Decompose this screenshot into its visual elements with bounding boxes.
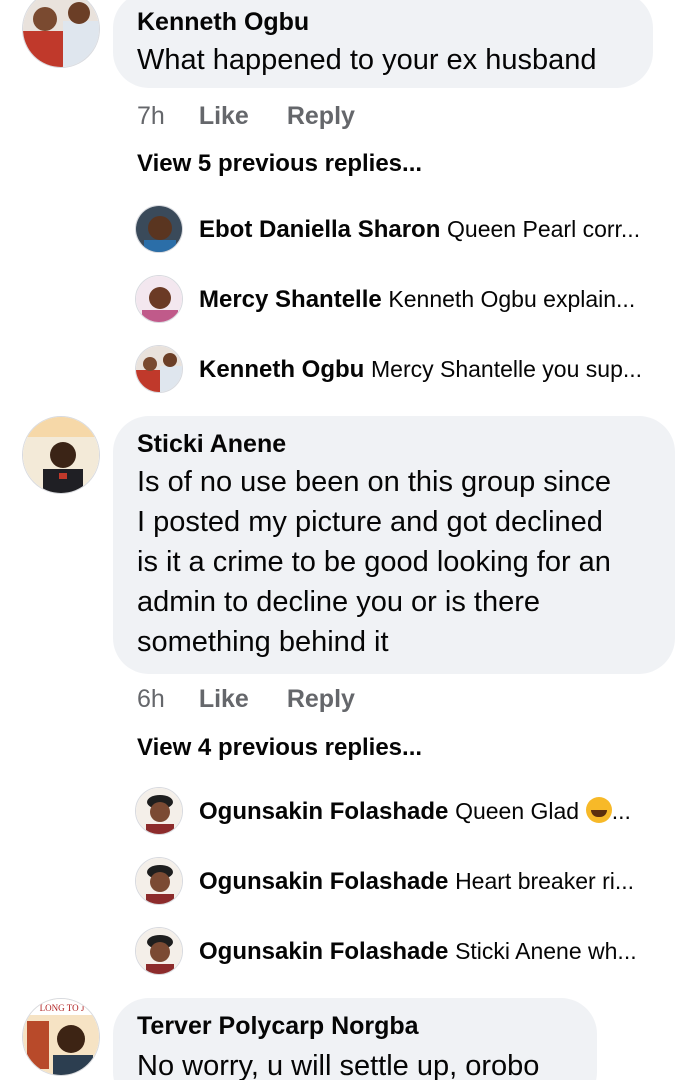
reply-content: Ogunsakin Folashade Sticki Anene wh... xyxy=(199,934,669,969)
reply-item[interactable]: Ogunsakin Folashade Sticki Anene wh... xyxy=(0,926,698,976)
comment-text-line: Is of no use been on this group since xyxy=(137,466,611,498)
reply-text: Queen Glad xyxy=(455,798,580,824)
view-previous-replies-link[interactable]: View 5 previous replies... xyxy=(137,150,422,178)
view-previous-replies-link[interactable]: View 4 previous replies... xyxy=(137,734,422,762)
avatar[interactable] xyxy=(135,205,183,253)
comment-text-line: is it a crime to be good looking for an xyxy=(137,546,611,578)
comment-actions: 7h Like Reply xyxy=(137,102,355,131)
comment-actions: 6h Like Reply xyxy=(137,685,355,714)
comment-author[interactable]: Kenneth Ogbu xyxy=(137,6,627,38)
reply-author[interactable]: Ogunsakin Folashade xyxy=(199,938,448,965)
reply-author[interactable]: Kenneth Ogbu xyxy=(199,356,364,383)
reply-item[interactable]: Mercy Shantelle Kenneth Ogbu explain... xyxy=(0,274,698,324)
comment-text: Is of no use been on this group since I … xyxy=(137,462,649,662)
timestamp[interactable]: 6h xyxy=(137,685,165,714)
reply-content: Kenneth Ogbu Mercy Shantelle you sup... xyxy=(199,352,669,387)
reply-button[interactable]: Reply xyxy=(287,102,355,131)
reply-item[interactable]: Ogunsakin Folashade Heart breaker ri... xyxy=(0,856,698,906)
reply-text: Mercy Shantelle you sup... xyxy=(371,356,643,382)
reply-text: Queen Pearl corr... xyxy=(447,216,641,242)
reply-text: Heart breaker ri... xyxy=(455,868,635,894)
reply-text-ellipsis: ... xyxy=(611,798,631,824)
comment-text-line: admin to decline you or is there xyxy=(137,586,540,618)
comment-author[interactable]: Sticki Anene xyxy=(137,428,649,460)
avatar[interactable] xyxy=(22,0,100,68)
like-button[interactable]: Like xyxy=(199,102,249,131)
reply-text: Sticki Anene wh... xyxy=(455,938,637,964)
comment-bubble: Sticki Anene Is of no use been on this g… xyxy=(113,416,675,674)
reply-author[interactable]: Ogunsakin Folashade xyxy=(199,798,448,825)
reply-author[interactable]: Ebot Daniella Sharon xyxy=(199,216,440,243)
reply-content: Ogunsakin Folashade Queen Glad ... xyxy=(199,794,669,829)
reply-text: Kenneth Ogbu explain... xyxy=(388,286,636,312)
comment-text: What happened to your ex husband xyxy=(137,44,597,76)
timestamp[interactable]: 7h xyxy=(137,102,165,131)
comment-bubble: Terver Polycarp Norgba No worry, u will … xyxy=(113,998,597,1080)
reply-button[interactable]: Reply xyxy=(287,685,355,714)
comment-text: No worry, u will settle up, orobo xyxy=(137,1050,540,1080)
comment-text-line: I posted my picture and got declined xyxy=(137,506,603,538)
comment-text-line: something behind it xyxy=(137,626,389,658)
avatar[interactable] xyxy=(135,275,183,323)
comment-bubble: Kenneth Ogbu What happened to your ex hu… xyxy=(113,0,653,88)
reply-author[interactable]: Mercy Shantelle xyxy=(199,286,382,313)
reply-item[interactable]: Ogunsakin Folashade Queen Glad ... xyxy=(0,786,698,836)
avatar[interactable] xyxy=(22,416,100,494)
reply-author[interactable]: Ogunsakin Folashade xyxy=(199,868,448,895)
avatar[interactable] xyxy=(135,787,183,835)
reply-content: Ogunsakin Folashade Heart breaker ri... xyxy=(199,864,669,899)
reply-item[interactable]: Ebot Daniella Sharon Queen Pearl corr... xyxy=(0,204,698,254)
avatar-banner-text: LONG TO J xyxy=(40,1003,85,1013)
face-with-tears-of-joy-icon xyxy=(585,797,612,823)
avatar[interactable] xyxy=(135,345,183,393)
reply-content: Ebot Daniella Sharon Queen Pearl corr... xyxy=(199,212,669,247)
comment-author[interactable]: Terver Polycarp Norgba xyxy=(137,1010,571,1042)
avatar[interactable] xyxy=(135,927,183,975)
reply-item[interactable]: Kenneth Ogbu Mercy Shantelle you sup... xyxy=(0,344,698,394)
avatar[interactable]: LONG TO J xyxy=(22,998,100,1076)
reply-content: Mercy Shantelle Kenneth Ogbu explain... xyxy=(199,282,669,317)
like-button[interactable]: Like xyxy=(199,685,249,714)
avatar[interactable] xyxy=(135,857,183,905)
